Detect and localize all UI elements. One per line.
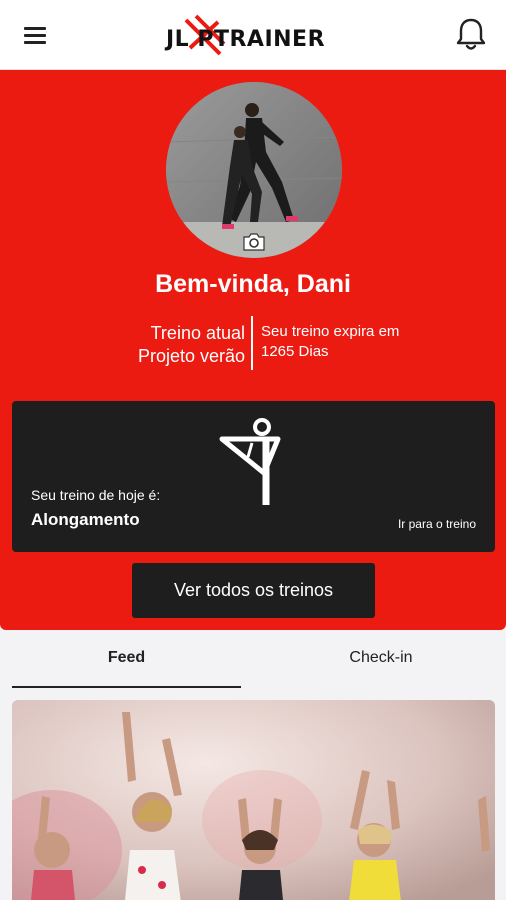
tab-check-in[interactable]: Check-in [266, 630, 496, 688]
dance-class-photo [12, 700, 495, 900]
view-all-trainings-button[interactable]: Ver todos os treinos [132, 563, 375, 618]
today-training-card[interactable]: Seu treino de hoje é: Alongamento Ir par… [12, 401, 495, 552]
camera-icon[interactable] [242, 231, 266, 253]
welcome-title: Bem-vinda, Dani [155, 270, 351, 298]
current-training-name: Projeto verão [137, 346, 245, 366]
hamburger-menu-icon[interactable] [22, 24, 48, 46]
feed-post-image[interactable] [12, 700, 495, 900]
profile-avatar[interactable] [166, 82, 342, 258]
current-training: Treino atual Projeto verão [100, 322, 245, 368]
training-expiry: Seu treino expira em 1265 Dias [261, 322, 461, 362]
today-training-label: Seu treino de hoje é: [31, 487, 161, 503]
logo-text: JL PTRAINER [166, 27, 326, 52]
tab-feed[interactable]: Feed [12, 630, 241, 688]
feed-tabs: Feed Check-in [0, 630, 506, 688]
app-header: JL PTRAINER [0, 0, 506, 70]
go-to-training-link[interactable]: Ir para o treino [398, 517, 476, 531]
info-divider [251, 316, 253, 370]
stretching-icon [219, 418, 281, 505]
expiry-label: Seu treino expira em [261, 323, 400, 340]
current-training-label: Treino atual [150, 323, 245, 343]
bell-icon[interactable] [454, 16, 488, 52]
today-training-name: Alongamento [31, 510, 140, 529]
profile-section: Bem-vinda, Dani Treino atual Projeto ver… [0, 70, 506, 630]
app-logo: JL PTRAINER [160, 14, 350, 58]
expiry-value: 1265 Dias [261, 343, 329, 360]
